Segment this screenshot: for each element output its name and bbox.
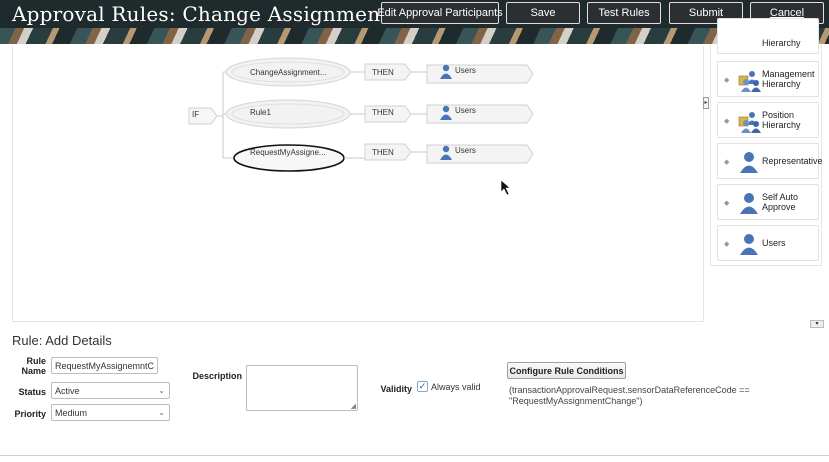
palette-item-representative-label: Representative [762,156,823,166]
rule-node-3-label: RequestMyAssigne... [250,148,326,157]
priority-selected-value: Medium [55,407,88,418]
palette-item-management-hierarchy-label: Management Hierarchy [762,69,815,89]
status-select[interactable]: Active ⌄ [51,382,170,399]
then-label-2: THEN [372,108,394,117]
save-button[interactable]: Save [506,2,580,24]
drag-handle-icon: ◆ [724,200,730,207]
palette-item-self-auto-approve[interactable]: ◆ Self Auto Approve [717,184,819,220]
scroll-down-button[interactable]: ▾ [810,320,824,328]
rule-node-2-label: Rule1 [250,108,271,117]
header-banner-pattern [0,28,829,44]
status-selected-value: Active [55,385,80,396]
rule-diagram-canvas: IF ChangeAssignment... THEN Users Rule1 … [12,46,704,322]
action-1-label: Users [455,66,476,75]
description-label: Description [192,371,242,381]
user-icon [740,152,758,173]
action-node-3[interactable] [426,144,534,164]
app-window: Approval Rules: Change Assignment: Ch...… [0,0,829,462]
user-icon [740,193,758,214]
palette-item-management-hierarchy[interactable]: ◆ Management Hierarchy [717,61,819,97]
palette-item-representative[interactable]: ◆ Representative [717,143,823,179]
palette-item-self-auto-approve-label: Self Auto Approve [762,192,799,212]
status-label: Status [18,387,46,397]
if-label: IF [192,110,199,119]
palette-item-hierarchy-label: Hierarchy [762,38,801,48]
then-label-3: THEN [372,148,394,157]
always-valid-checkbox[interactable]: ✓ [417,381,428,392]
panel-splitter-handle[interactable]: ▸ [703,97,709,109]
chevron-down-icon: ⌄ [158,386,165,395]
drag-handle-icon: ◆ [724,77,730,84]
drag-handle-icon: ◆ [724,159,730,166]
palette-item-position-hierarchy-label: Position Hierarchy [762,110,801,130]
palette-item-position-hierarchy[interactable]: ◆ Position Hierarchy [717,102,819,138]
action-1-user-icon [442,64,450,72]
action-node-2[interactable] [426,104,534,124]
rule-flow-diagram: IF ChangeAssignment... THEN Users Rule1 … [188,57,534,196]
action-2-label: Users [455,106,476,115]
description-textarea[interactable]: ◢ [246,365,358,411]
rule-details-title: Rule: Add Details [12,333,112,348]
hierarchy-users-icon [738,112,761,133]
drag-handle-icon: ◆ [724,118,730,125]
rule-name-label: Rule Name [21,356,46,376]
always-valid-label: Always valid [431,382,481,392]
drag-handle-icon: ◆ [724,241,730,248]
user-icon [740,234,758,255]
rule-name-input[interactable]: RequestMyAssignemntC [51,357,158,374]
validity-label: Validity [380,384,412,394]
window-bottom-border [0,455,829,456]
rule-node-1-label: ChangeAssignment... [250,68,327,77]
action-3-user-icon [442,145,450,153]
resize-handle-icon[interactable]: ◢ [351,402,356,410]
configure-rule-conditions-button[interactable]: Configure Rule Conditions [507,362,626,379]
edit-approval-participants-button[interactable]: Edit Approval Participants [377,2,503,24]
action-2-user-icon [442,105,450,113]
rule-condition-text: (transactionApprovalRequest.sensorDataRe… [509,385,750,406]
palette-item-users[interactable]: ◆ Users [717,225,819,261]
palette-item-hierarchy-partial[interactable]: Hierarchy [717,18,819,54]
action-3-label: Users [455,146,476,155]
mouse-cursor [500,179,511,196]
then-label-1: THEN [372,68,394,77]
priority-label: Priority [14,409,46,419]
priority-select[interactable]: Medium ⌄ [51,404,170,421]
test-rules-button[interactable]: Test Rules [587,2,661,24]
page-header: Approval Rules: Change Assignment: Ch...… [0,0,829,44]
participant-palette: Hierarchy ◆ Management Hierarchy ◆ Posit… [710,18,823,266]
chevron-down-icon: ⌄ [158,408,165,417]
palette-item-users-label: Users [762,238,786,248]
hierarchy-users-icon [738,71,761,92]
